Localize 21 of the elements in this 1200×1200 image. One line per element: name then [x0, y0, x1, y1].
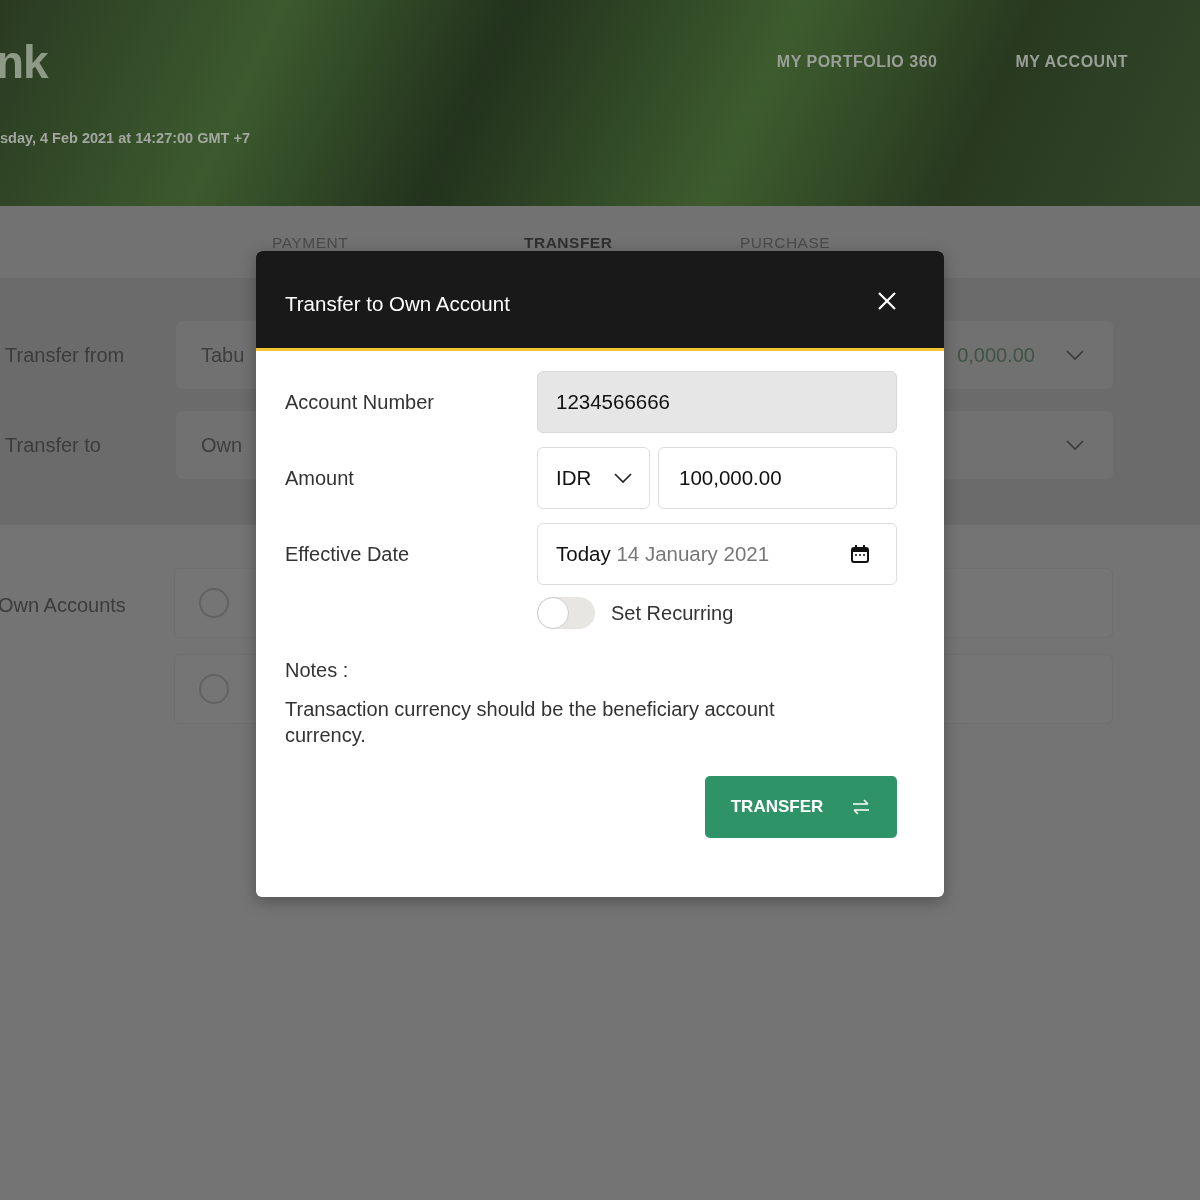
- calendar-icon: [850, 544, 870, 564]
- toggle-switch[interactable]: [537, 597, 595, 629]
- account-number-field[interactable]: 1234566666: [537, 371, 897, 433]
- toggle-label: Set Recurring: [611, 601, 734, 625]
- nav-link[interactable]: MY ACCOUNT: [1015, 53, 1128, 71]
- field-label: Account Number: [285, 390, 435, 414]
- date-field[interactable]: Today 14 January 2021: [537, 523, 897, 585]
- transfer-button[interactable]: TRANSFER: [705, 776, 897, 838]
- close-icon[interactable]: [877, 290, 897, 311]
- date-time-text: sday, 4 Feb 2021 at 14:27:00 GMT +7: [0, 130, 251, 146]
- currency-dropdown[interactable]: IDR: [537, 447, 650, 509]
- notes-text: Transaction currency should be the beneficiary account currency.: [285, 697, 776, 748]
- field-label: Amount: [285, 466, 355, 490]
- chevron-down-icon: [1065, 439, 1085, 451]
- dialog-title: Transfer to Own Account: [285, 291, 510, 316]
- chevron-down-icon: [613, 472, 633, 484]
- field-label: Effective Date: [285, 542, 411, 566]
- notes-label: Notes :: [285, 659, 350, 682]
- chevron-down-icon: [1065, 349, 1085, 361]
- amount-field[interactable]: 100,000.00: [658, 447, 897, 509]
- swap-arrows-icon: [851, 799, 872, 815]
